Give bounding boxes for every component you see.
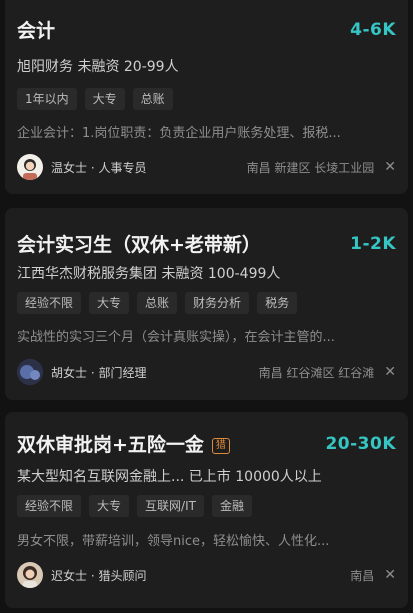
job-title: 会计实习生（双休+老带新） — [17, 234, 261, 256]
recruiter: 温女士 · 人事专员 — [17, 154, 146, 180]
company-info: 旭阳财务 未融资 20-99人 — [17, 59, 179, 75]
job-tag: 大专 — [89, 292, 130, 314]
recruiter: 胡女士 · 部门经理 — [17, 359, 146, 385]
job-tag: 大专 — [89, 495, 130, 517]
recruiter-name: 温女士 · 人事专员 — [51, 160, 147, 175]
location-area: 南昌 红谷滩区 红谷滩 ✕ — [259, 364, 396, 381]
location-area: 南昌 ✕ — [350, 567, 396, 584]
avatar — [17, 154, 43, 180]
avatar — [17, 562, 43, 588]
close-icon[interactable]: ✕ — [384, 160, 396, 174]
job-footer: 温女士 · 人事专员 南昌 新建区 长堎工业园 ✕ — [17, 154, 396, 180]
job-tag: 总账 — [132, 88, 173, 110]
job-title: 双休审批岗+五险一金 — [17, 434, 204, 456]
company-info: 某大型知名互联网金融上... 已上市 10000人以上 — [17, 469, 322, 485]
job-title: 会计 — [17, 20, 56, 42]
job-tag: 经验不限 — [17, 292, 82, 314]
job-tag: 金融 — [211, 495, 252, 517]
job-tag: 大专 — [84, 88, 125, 110]
job-tag: 总账 — [137, 292, 178, 314]
job-title-wrap: 双休审批岗+五险一金猎 — [17, 430, 230, 457]
headhunter-badge: 猎 — [211, 438, 230, 454]
avatar — [17, 359, 43, 385]
job-tag: 财务分析 — [185, 292, 250, 314]
job-footer: 迟女士 · 猎头顾问 南昌 ✕ — [17, 562, 396, 588]
job-location: 南昌 新建区 长堎工业园 — [246, 160, 375, 175]
recruiter-name: 胡女士 · 部门经理 — [51, 365, 147, 380]
job-title-row: 会计 4-6K — [17, 16, 396, 43]
company-info: 江西华杰财税服务集团 未融资 100-499人 — [17, 266, 281, 282]
location-area: 南昌 新建区 长堎工业园 ✕ — [247, 159, 396, 176]
job-tag: 经验不限 — [17, 495, 82, 517]
job-card[interactable]: 双休审批岗+五险一金猎 20-30K 某大型知名互联网金融上... 已上市 10… — [5, 412, 408, 608]
job-salary: 1-2K — [350, 233, 396, 254]
job-tags: 经验不限 大专 互联网/IT 金融 — [17, 495, 396, 517]
job-tags: 经验不限 大专 总账 财务分析 税务 — [17, 292, 396, 314]
job-footer: 胡女士 · 部门经理 南昌 红谷滩区 红谷滩 ✕ — [17, 359, 396, 385]
job-salary: 20-30K — [325, 433, 396, 454]
job-title-row: 双休审批岗+五险一金猎 20-30K — [17, 430, 396, 457]
job-location: 南昌 红谷滩区 红谷滩 — [258, 365, 375, 380]
job-description: 实战性的实习三个月（会计真账实操），在会计主管的... — [17, 330, 335, 345]
job-description: 男女不限，带薪培训，领导nice，轻松愉快、人性化... — [17, 534, 330, 549]
recruiter: 迟女士 · 猎头顾问 — [17, 562, 146, 588]
close-icon[interactable]: ✕ — [384, 365, 396, 379]
job-card[interactable]: 会计实习生（双休+老带新） 1-2K 江西华杰财税服务集团 未融资 100-49… — [5, 208, 408, 400]
recruiter-name: 迟女士 · 猎头顾问 — [51, 568, 147, 583]
job-tag: 互联网/IT — [137, 495, 204, 517]
job-tag: 税务 — [257, 292, 298, 314]
job-tags: 1年以内 大专 总账 — [17, 88, 396, 110]
job-title-row: 会计实习生（双休+老带新） 1-2K — [17, 230, 396, 257]
job-location: 南昌 — [350, 568, 375, 583]
job-card[interactable]: 会计 4-6K 旭阳财务 未融资 20-99人 1年以内 大专 总账 企业会计：… — [5, 0, 408, 194]
job-tag: 1年以内 — [17, 88, 77, 110]
job-salary: 4-6K — [350, 19, 396, 40]
job-description: 企业会计：1.岗位职责：负责企业用户账务处理、报税... — [17, 126, 341, 141]
close-icon[interactable]: ✕ — [384, 568, 396, 582]
job-list: 会计 4-6K 旭阳财务 未融资 20-99人 1年以内 大专 总账 企业会计：… — [0, 0, 413, 613]
